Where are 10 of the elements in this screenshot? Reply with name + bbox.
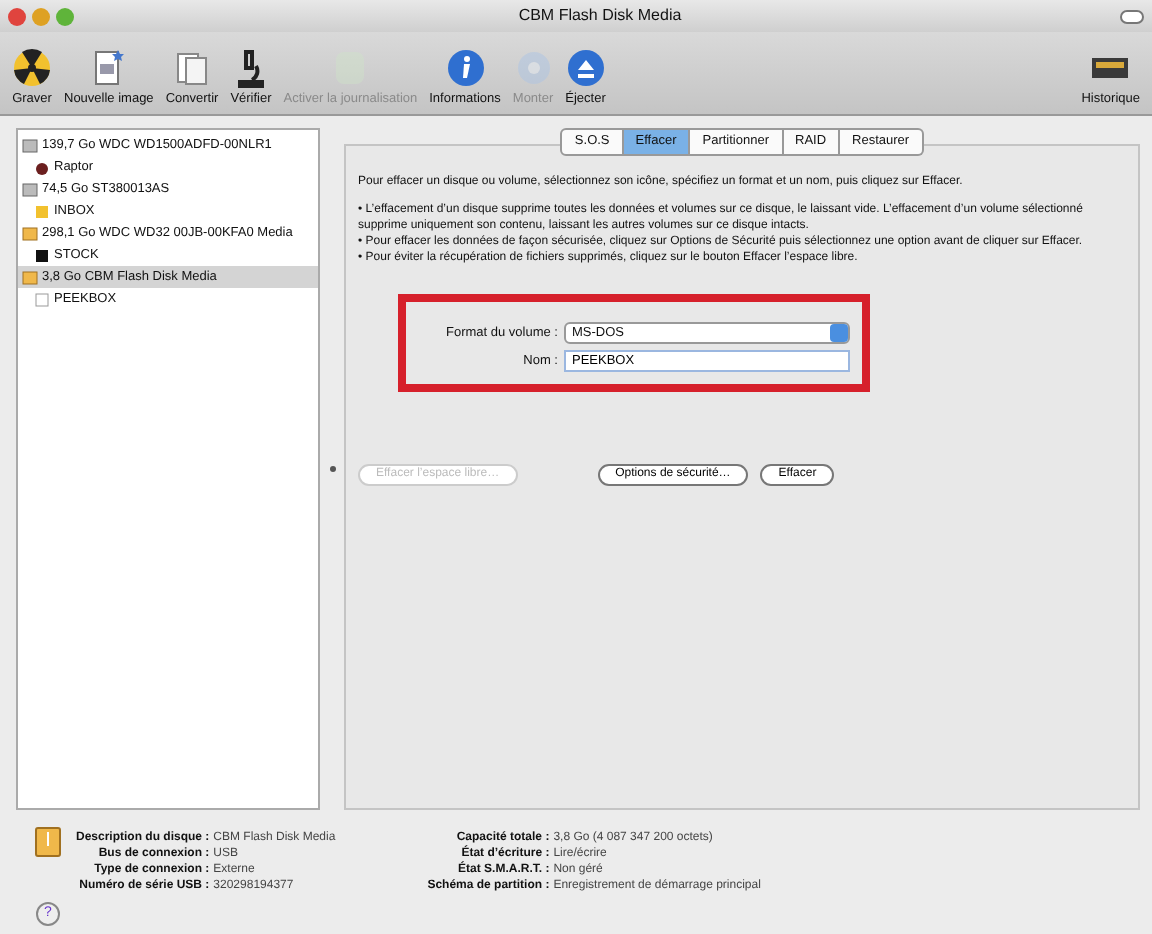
stepper-icon <box>830 324 848 343</box>
window-title: CBM Flash Disk Media <box>516 4 684 28</box>
eject-icon <box>565 47 606 88</box>
info-icon <box>445 47 486 88</box>
radiation-icon <box>12 47 52 88</box>
toolbar-toggle-icon[interactable] <box>1120 9 1144 23</box>
documents-icon <box>172 47 212 88</box>
disk-icon <box>513 47 554 88</box>
usb-drive-icon <box>34 826 62 858</box>
splitter-handle-icon[interactable] <box>329 466 335 472</box>
